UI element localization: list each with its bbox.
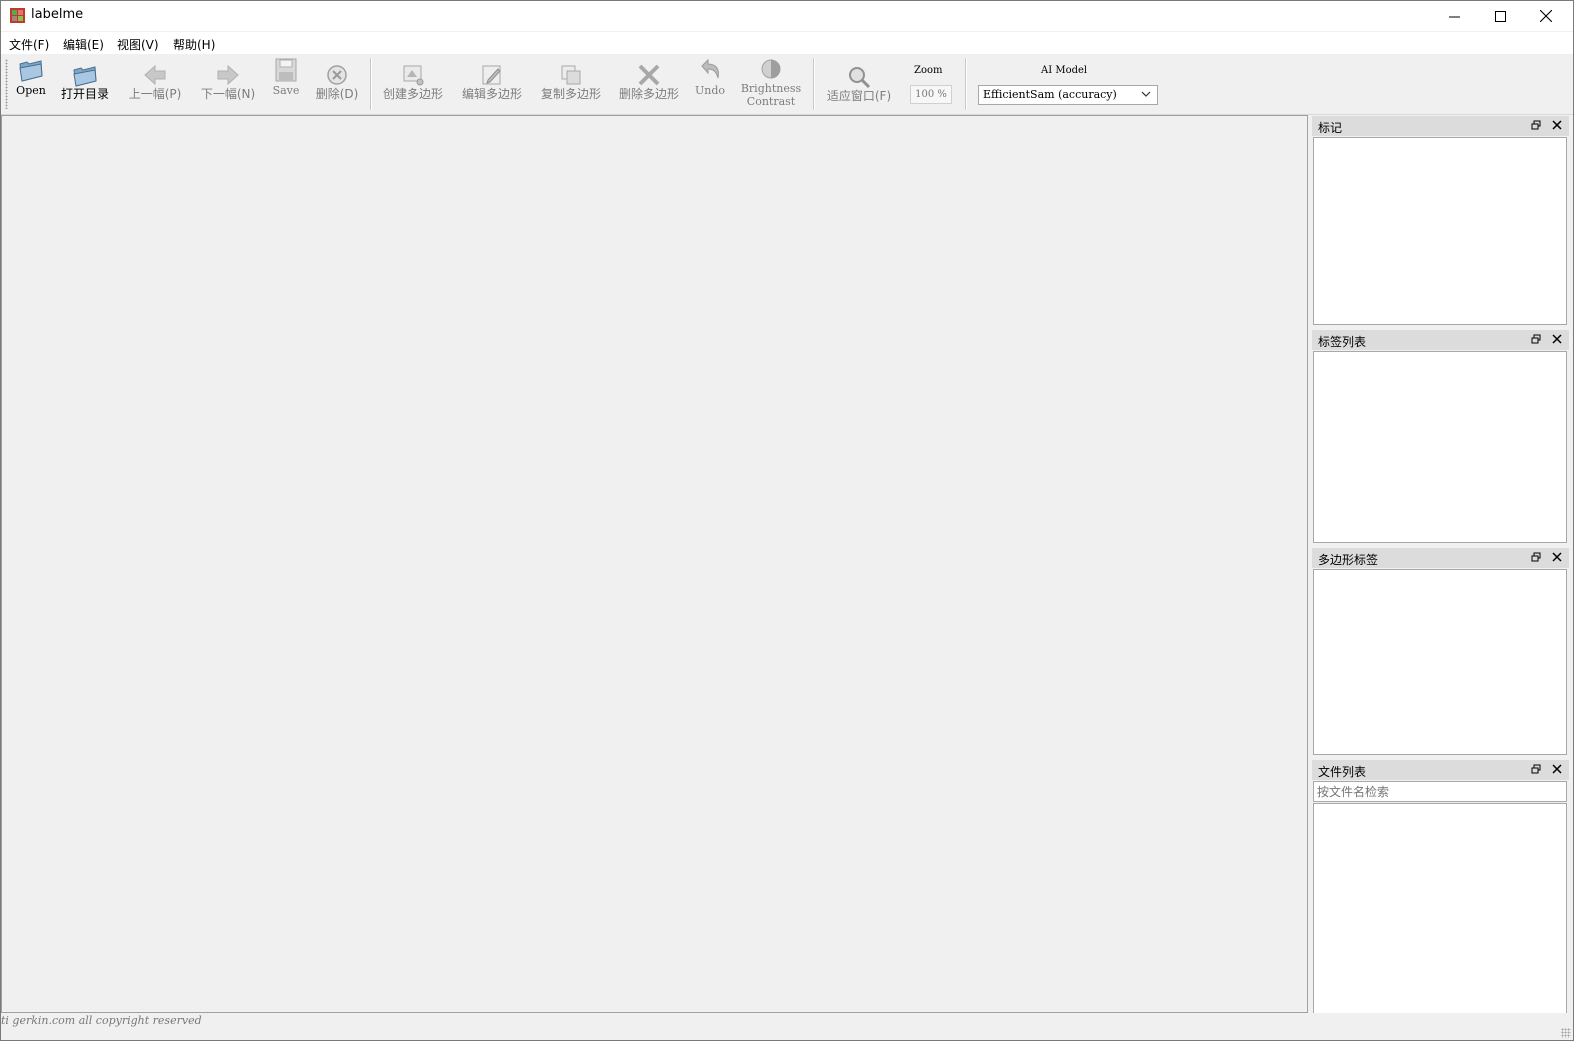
delete-polygon-label: 删除多边形 bbox=[618, 87, 679, 101]
main-toolbar: Open 打开目录 上一幅(P) 下一幅(N) Save 删除(D) 创建多边形… bbox=[1, 54, 1573, 115]
ai-model-dropdown[interactable]: EfficientSam (accuracy) bbox=[978, 85, 1158, 105]
open-dir-label: 打开目录 bbox=[60, 87, 109, 101]
next-image-label: 下一幅(N) bbox=[200, 87, 256, 101]
flags-dock-title: 标记 bbox=[1318, 121, 1343, 135]
zoom-fit-icon bbox=[849, 67, 871, 89]
flags-dock: 标记 bbox=[1312, 116, 1569, 325]
fit-window-label: 适应窗口(F) bbox=[826, 89, 892, 103]
menu-edit[interactable]: 编辑(E) bbox=[63, 36, 104, 53]
undo-button[interactable]: Undo bbox=[693, 56, 727, 97]
label-list-dock-title: 标签列表 bbox=[1318, 335, 1367, 349]
open-button[interactable]: Open bbox=[13, 56, 49, 97]
float-dock-icon[interactable] bbox=[1531, 120, 1541, 130]
polygon-labels-list[interactable] bbox=[1313, 569, 1567, 755]
zoom-spinbox[interactable]: 100 % bbox=[910, 85, 952, 104]
open-folder-icon bbox=[19, 60, 43, 82]
toolbar-separator bbox=[965, 58, 967, 110]
menu-bar: 文件(F) 编辑(E) 视图(V) 帮助(H) bbox=[1, 32, 1573, 54]
maximize-icon bbox=[1494, 10, 1506, 22]
title-bar: labelme bbox=[1, 1, 1573, 31]
float-dock-icon[interactable] bbox=[1531, 552, 1541, 562]
delete-file-label: 删除(D) bbox=[315, 87, 359, 101]
menu-file[interactable]: 文件(F) bbox=[9, 36, 49, 53]
file-list[interactable] bbox=[1313, 803, 1567, 1014]
polygon-labels-dock: 多边形标签 bbox=[1312, 548, 1569, 755]
open-dir-button[interactable]: 打开目录 bbox=[59, 62, 111, 101]
float-dock-icon[interactable] bbox=[1531, 764, 1541, 774]
float-dock-icon[interactable] bbox=[1531, 334, 1541, 344]
minimize-button[interactable] bbox=[1431, 1, 1477, 31]
fit-window-button[interactable]: 适应窗口(F) bbox=[823, 64, 895, 103]
file-list-dock-title: 文件列表 bbox=[1318, 765, 1367, 779]
close-dock-icon[interactable] bbox=[1552, 334, 1562, 344]
create-polygon-label: 创建多边形 bbox=[382, 87, 443, 101]
brightness-icon bbox=[761, 59, 781, 79]
label-list[interactable] bbox=[1313, 351, 1567, 543]
polygon-labels-dock-title: 多边形标签 bbox=[1318, 553, 1379, 567]
toolbar-separator bbox=[370, 58, 372, 110]
minimize-icon bbox=[1448, 16, 1460, 17]
open-label: Open bbox=[16, 84, 46, 97]
save-label: Save bbox=[272, 84, 300, 97]
cross-delete-icon bbox=[638, 64, 660, 86]
undo-arrow-icon bbox=[701, 58, 719, 79]
edit-polygon-icon bbox=[482, 65, 501, 85]
polygon-labels-dock-title-bar[interactable]: 多边形标签 bbox=[1312, 548, 1569, 568]
prev-image-label: 上一幅(P) bbox=[128, 87, 182, 101]
edit-polygon-button[interactable]: 编辑多边形 bbox=[458, 62, 526, 101]
label-list-dock: 标签列表 bbox=[1312, 330, 1569, 543]
undo-label: Undo bbox=[694, 84, 726, 97]
label-list-dock-title-bar[interactable]: 标签列表 bbox=[1312, 330, 1569, 350]
window-title: labelme bbox=[31, 7, 84, 22]
close-window-button[interactable] bbox=[1523, 1, 1569, 31]
create-polygon-button[interactable]: 创建多边形 bbox=[379, 62, 447, 101]
toolbar-separator bbox=[813, 58, 815, 110]
open-dir-icon bbox=[73, 66, 97, 87]
file-list-dock-title-bar[interactable]: 文件列表 bbox=[1312, 760, 1569, 780]
chevron-down-icon bbox=[1141, 91, 1151, 97]
file-list-dock: 文件列表 bbox=[1312, 760, 1569, 1014]
zoom-label: Zoom bbox=[914, 65, 943, 76]
close-dock-icon[interactable] bbox=[1552, 764, 1562, 774]
ai-model-value: EfficientSam (accuracy) bbox=[983, 88, 1117, 101]
menu-help[interactable]: 帮助(H) bbox=[173, 36, 215, 53]
maximize-button[interactable] bbox=[1477, 1, 1523, 31]
close-dock-icon[interactable] bbox=[1552, 552, 1562, 562]
toolbar-grip-handle[interactable] bbox=[5, 59, 8, 109]
flags-dock-title-bar[interactable]: 标记 bbox=[1312, 116, 1569, 136]
ai-model-label: AI Model bbox=[1041, 65, 1088, 76]
delete-file-button[interactable]: 删除(D) bbox=[313, 62, 361, 101]
close-icon bbox=[1540, 10, 1552, 22]
save-button[interactable]: Save bbox=[269, 56, 303, 97]
close-dock-icon[interactable] bbox=[1552, 120, 1562, 130]
duplicate-icon bbox=[561, 65, 581, 85]
delete-circle-icon bbox=[327, 65, 347, 85]
file-search-input[interactable] bbox=[1313, 781, 1567, 802]
delete-polygon-button[interactable]: 删除多边形 bbox=[615, 62, 683, 101]
brightness-label: Brightness bbox=[740, 82, 802, 95]
labelme-app-icon bbox=[10, 8, 25, 23]
save-disk-icon bbox=[275, 58, 297, 82]
watermark-text: ti gerkin.com all copyright reserved bbox=[1, 1014, 202, 1027]
arrow-right-icon bbox=[217, 64, 239, 86]
flags-list[interactable] bbox=[1313, 137, 1567, 325]
prev-image-button[interactable]: 上一幅(P) bbox=[125, 62, 185, 101]
duplicate-polygon-label: 复制多边形 bbox=[540, 87, 601, 101]
size-grip-handle[interactable] bbox=[1561, 1028, 1571, 1038]
duplicate-polygon-button[interactable]: 复制多边形 bbox=[537, 62, 605, 101]
status-bar: ti gerkin.com all copyright reserved bbox=[1, 1013, 1573, 1040]
menu-view[interactable]: 视图(V) bbox=[117, 36, 159, 53]
brightness-contrast-button[interactable]: Brightness Contrast bbox=[737, 56, 805, 108]
image-canvas[interactable] bbox=[1, 115, 1308, 1013]
app-window: labelme 文件(F) 编辑(E) 视图(V) 帮助(H) Open 打开目… bbox=[0, 0, 1574, 1041]
create-polygon-icon bbox=[403, 65, 424, 86]
arrow-left-icon bbox=[144, 64, 166, 86]
edit-polygon-label: 编辑多边形 bbox=[461, 87, 522, 101]
contrast-label: Contrast bbox=[746, 95, 796, 108]
next-image-button[interactable]: 下一幅(N) bbox=[198, 62, 258, 101]
